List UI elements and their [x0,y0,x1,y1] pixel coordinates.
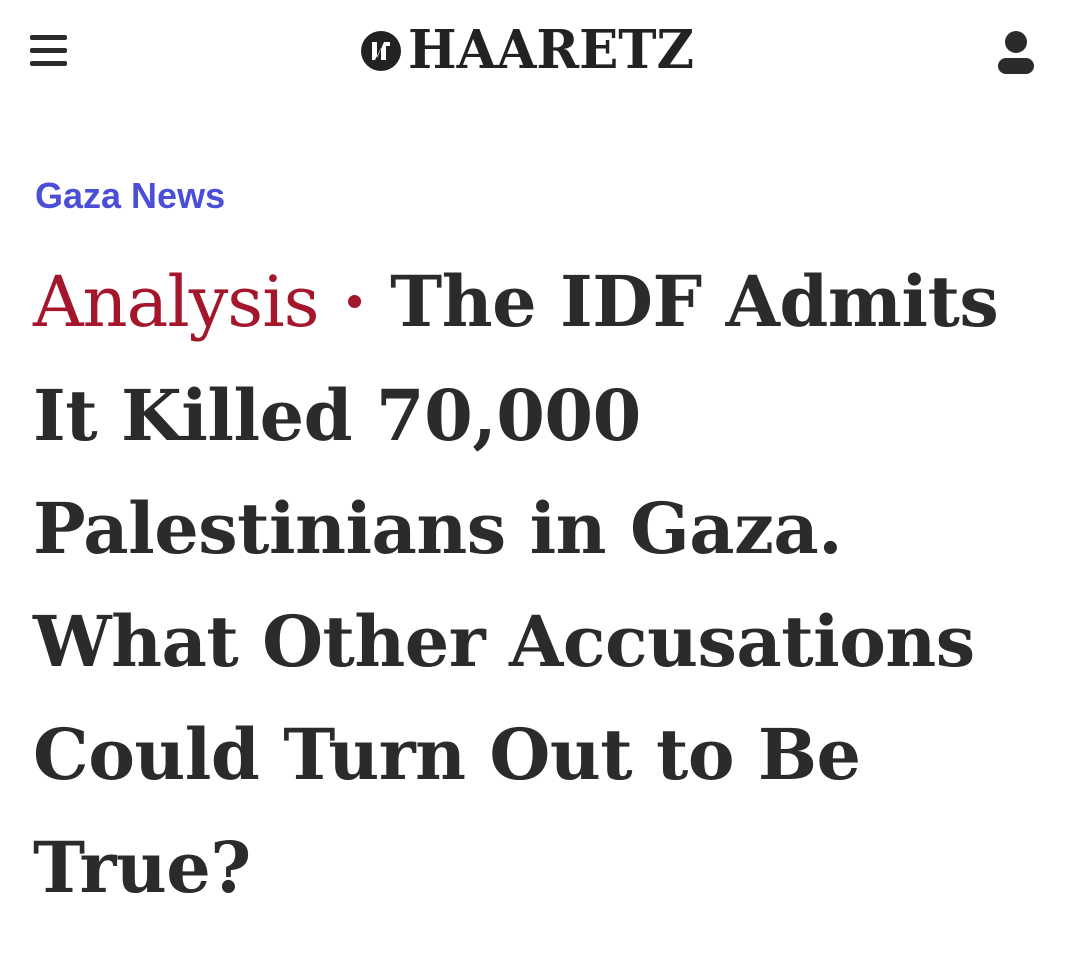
menu-line [30,35,67,40]
top-navigation-bar: HAARETZ [0,0,1080,100]
menu-line [30,48,67,53]
headline-text: The IDF Admits It Killed 70,000 Palestin… [33,260,999,909]
haaretz-logo[interactable]: HAARETZ [360,22,703,78]
user-silhouette-icon [998,31,1034,74]
hamburger-menu-icon[interactable] [30,33,67,67]
article-headline: Analysis · The IDF Admits It Killed 70,0… [33,245,1053,924]
menu-line [30,61,67,66]
logo-wordmark: HAARETZ [408,19,695,81]
haaretz-logo-mark-icon [361,31,401,71]
analysis-kicker: Analysis [33,261,320,343]
kicker-separator: · [342,260,367,343]
section-link-gaza-news[interactable]: Gaza News [35,174,225,218]
user-account-icon[interactable] [996,30,1036,76]
